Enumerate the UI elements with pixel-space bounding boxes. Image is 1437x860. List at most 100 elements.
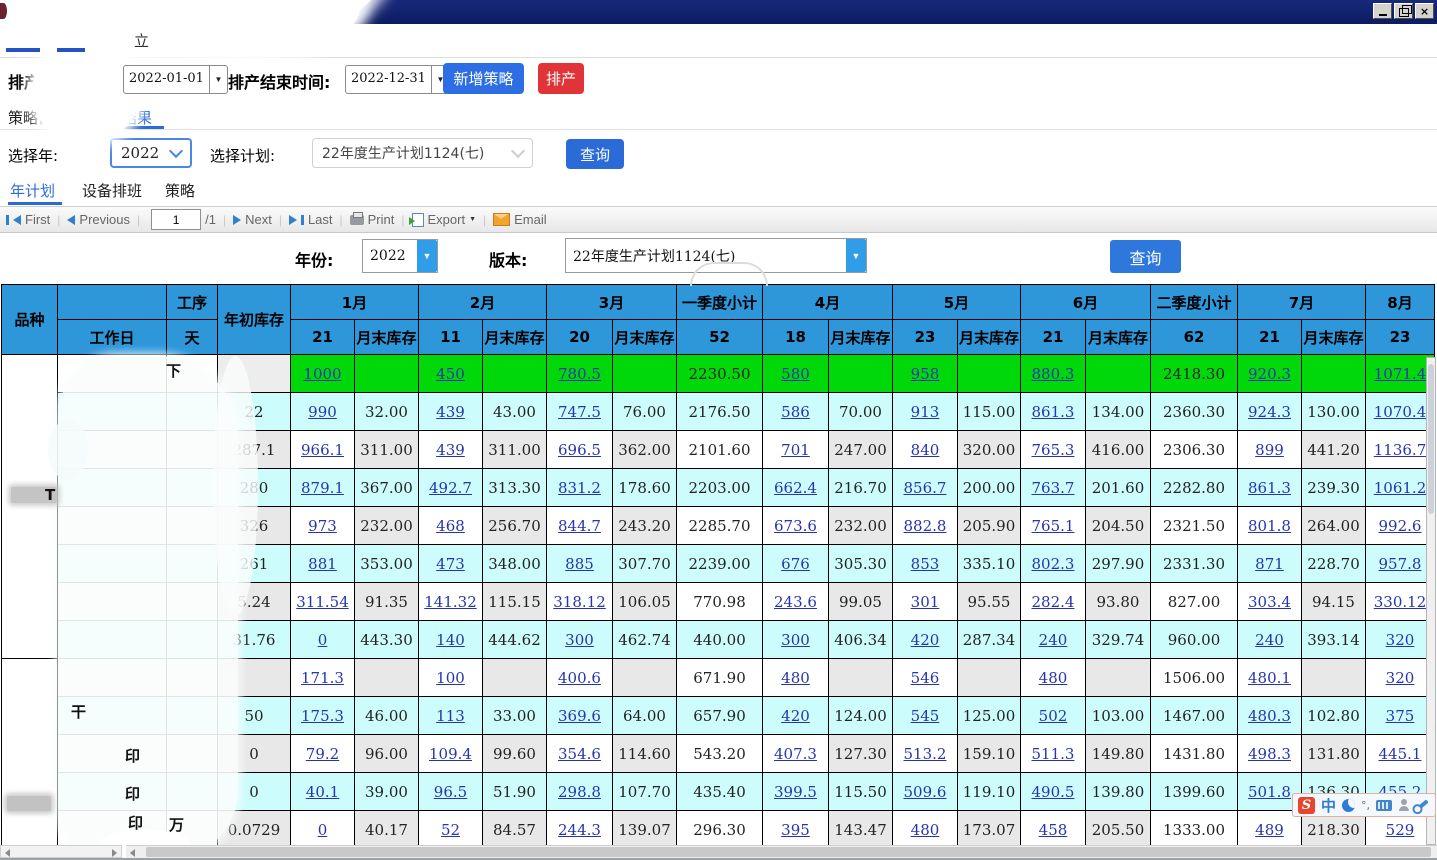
cell-link[interactable]: 780.5	[558, 365, 601, 383]
close-button[interactable]: ×	[1415, 3, 1434, 19]
cell-link[interactable]: 330.12	[1374, 593, 1427, 611]
cell-link[interactable]: 580	[781, 365, 810, 383]
cell-link[interactable]: 1070.4	[1374, 403, 1427, 421]
cell-link[interactable]: 79.2	[306, 745, 339, 763]
cell-link[interactable]: 407.3	[774, 745, 817, 763]
report-query-button[interactable]: 查询	[1110, 240, 1181, 273]
minimize-button[interactable]	[1373, 3, 1392, 19]
cell-link[interactable]: 458	[1039, 821, 1068, 839]
moon-icon[interactable]	[1342, 799, 1355, 812]
cell-link[interactable]: 509.6	[904, 783, 947, 801]
cell-link[interactable]: 920.3	[1248, 365, 1291, 383]
cell-link[interactable]: 1136.7	[1374, 441, 1427, 459]
cell-link[interactable]: 311.54	[296, 593, 349, 611]
cell-link[interactable]: 420	[781, 707, 810, 725]
cell-link[interactable]: 885	[565, 555, 594, 573]
ime-toolbar[interactable]: S 中 °,	[1292, 793, 1436, 817]
cell-link[interactable]: 141.32	[424, 593, 477, 611]
cell-link[interactable]: 529	[1386, 821, 1415, 839]
cell-link[interactable]: 96.5	[434, 783, 467, 801]
new-strategy-button[interactable]: 新增策略	[443, 63, 524, 94]
scroll-right-icon[interactable]	[112, 849, 117, 857]
cell-link[interactable]: 490.5	[1032, 783, 1075, 801]
run-schedule-button[interactable]: 排产	[538, 63, 584, 94]
cell-link[interactable]: 480	[781, 669, 810, 687]
cell-link[interactable]: 439	[436, 403, 465, 421]
cell-link[interactable]: 701	[781, 441, 810, 459]
cell-link[interactable]: 924.3	[1248, 403, 1291, 421]
cell-link[interactable]: 765.3	[1032, 441, 1075, 459]
cell-link[interactable]: 673.6	[774, 517, 817, 535]
cell-link[interactable]: 320	[1386, 631, 1415, 649]
plan-select[interactable]: 22年度生产计划1124(七)	[312, 138, 533, 168]
cell-link[interactable]: 913	[911, 403, 940, 421]
cell-link[interactable]: 450	[436, 365, 465, 383]
year-select[interactable]: 2022	[110, 138, 192, 168]
tab-device-shift[interactable]: 设备排班	[82, 180, 142, 201]
pager-first-button[interactable]: First	[6, 212, 50, 227]
sogou-logo-icon[interactable]: S	[1298, 797, 1315, 814]
cell-link[interactable]: 480	[1039, 669, 1068, 687]
cell-link[interactable]: 140	[436, 631, 465, 649]
cell-link[interactable]: 899	[1255, 441, 1284, 459]
pager-last-button[interactable]: Last	[289, 212, 333, 227]
left-horizontal-scrollbar[interactable]	[0, 845, 122, 858]
cell-link[interactable]: 957.8	[1379, 555, 1422, 573]
cell-link[interactable]: 175.3	[301, 707, 344, 725]
cell-link[interactable]: 844.7	[558, 517, 601, 535]
cell-link[interactable]: 992.6	[1379, 517, 1422, 535]
user-icon[interactable]	[1398, 799, 1410, 811]
cell-link[interactable]: 1000	[303, 365, 341, 383]
dropdown-arrow-icon[interactable]: ▼	[209, 66, 227, 93]
cell-link[interactable]: 240	[1039, 631, 1068, 649]
cell-link[interactable]: 298.8	[558, 783, 601, 801]
cell-link[interactable]: 489	[1255, 821, 1284, 839]
cell-link[interactable]: 676	[781, 555, 810, 573]
cell-link[interactable]: 662.4	[774, 479, 817, 497]
cell-link[interactable]: 480.3	[1248, 707, 1291, 725]
cell-link[interactable]: 861.3	[1032, 403, 1075, 421]
email-button[interactable]: Email	[493, 212, 547, 227]
cell-link[interactable]: 318.12	[553, 593, 606, 611]
pager-previous-button[interactable]: Previous	[67, 212, 130, 227]
cell-link[interactable]: 1071.4	[1374, 365, 1427, 383]
cell-link[interactable]: 400.6	[558, 669, 601, 687]
cell-link[interactable]: 480	[911, 821, 940, 839]
export-button[interactable]: Export▼	[412, 212, 477, 227]
cell-link[interactable]: 354.6	[558, 745, 601, 763]
cell-link[interactable]: 498.3	[1248, 745, 1291, 763]
end-date-combobox[interactable]: 2022-12-31 ▼	[345, 65, 450, 94]
cell-link[interactable]: 696.5	[558, 441, 601, 459]
cell-link[interactable]: 879.1	[301, 479, 344, 497]
cell-link[interactable]: 0	[318, 631, 328, 649]
cell-link[interactable]: 300	[565, 631, 594, 649]
start-date-combobox[interactable]: 2022-01-01 ▼	[123, 65, 228, 94]
restore-button[interactable]	[1394, 3, 1413, 19]
cell-link[interactable]: 369.6	[558, 707, 601, 725]
cell-link[interactable]: 881	[308, 555, 337, 573]
cell-link[interactable]: 303.4	[1248, 593, 1291, 611]
cell-link[interactable]: 880.3	[1032, 365, 1075, 383]
cell-link[interactable]: 856.7	[904, 479, 947, 497]
punctuation-mode-icon[interactable]: °,	[1361, 799, 1370, 812]
cell-link[interactable]: 420	[911, 631, 940, 649]
cell-link[interactable]: 480.1	[1248, 669, 1291, 687]
tab-year-plan[interactable]: 年计划	[10, 180, 55, 201]
cell-link[interactable]: 40.1	[306, 783, 339, 801]
horizontal-scrollbar-thumb[interactable]	[146, 847, 1431, 857]
cell-link[interactable]: 243.6	[774, 593, 817, 611]
chinese-mode-icon[interactable]: 中	[1321, 795, 1336, 816]
cell-link[interactable]: 501.8	[1248, 783, 1291, 801]
cell-link[interactable]: 973	[308, 517, 337, 535]
main-horizontal-scrollbar[interactable]	[126, 845, 1437, 858]
cell-link[interactable]: 445.1	[1379, 745, 1422, 763]
cell-link[interactable]: 320	[1386, 669, 1415, 687]
cell-link[interactable]: 861.3	[1248, 479, 1291, 497]
cell-link[interactable]: 882.8	[904, 517, 947, 535]
cell-link[interactable]: 375	[1386, 707, 1415, 725]
cell-link[interactable]: 439	[436, 441, 465, 459]
cell-link[interactable]: 831.2	[558, 479, 601, 497]
cell-link[interactable]: 545	[911, 707, 940, 725]
cell-link[interactable]: 52	[441, 821, 460, 839]
pager-next-button[interactable]: Next	[233, 212, 272, 227]
